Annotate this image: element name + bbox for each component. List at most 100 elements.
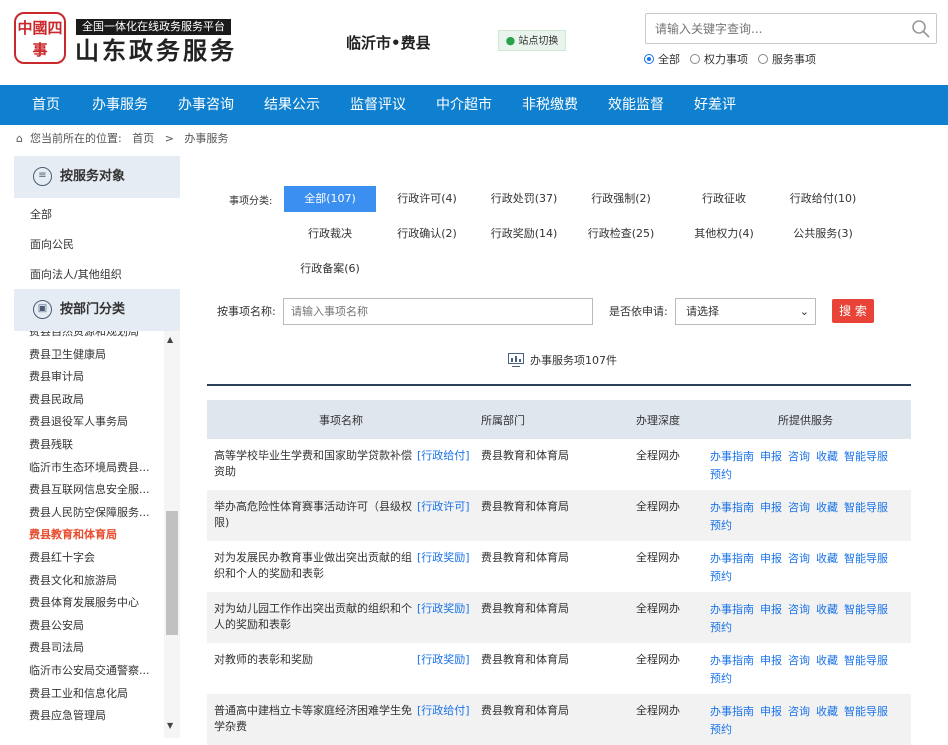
- service-link[interactable]: 智能导服: [844, 603, 888, 616]
- department-item[interactable]: 费县文化和旅游局: [29, 574, 161, 588]
- nav-item[interactable]: 好差评: [694, 85, 736, 125]
- category-tab[interactable]: 行政许可(4): [381, 186, 473, 212]
- department-item[interactable]: 费县工业和信息化局: [29, 687, 161, 701]
- scroll-thumb[interactable]: [166, 511, 178, 635]
- department-item[interactable]: 费县民政局: [29, 393, 161, 407]
- service-link[interactable]: 咨询: [788, 552, 810, 565]
- logo-seal[interactable]: 中國四事: [14, 12, 66, 64]
- service-link[interactable]: 收藏: [816, 705, 838, 718]
- item-name-link[interactable]: 举办高危险性体育赛事活动许可（县级权限): [214, 499, 414, 531]
- search-scope-option[interactable]: 权力事项: [690, 53, 748, 66]
- category-tab[interactable]: 行政征收: [678, 186, 770, 212]
- service-link[interactable]: 办事指南: [710, 501, 754, 514]
- category-tab[interactable]: 行政强制(2): [575, 186, 667, 212]
- department-item[interactable]: 费县红十字会: [29, 551, 161, 565]
- department-item[interactable]: 费县体育发展服务中心: [29, 596, 161, 610]
- category-tab[interactable]: 行政检查(25): [575, 221, 667, 247]
- item-name-input[interactable]: [283, 298, 593, 325]
- search-button[interactable]: 搜 索: [832, 299, 874, 323]
- category-tab[interactable]: 行政裁决: [284, 221, 376, 247]
- scroll-down-arrow[interactable]: ▼: [167, 721, 173, 730]
- department-item[interactable]: 费县教育和体育局: [29, 528, 161, 542]
- service-link[interactable]: 咨询: [788, 654, 810, 667]
- department-item[interactable]: 费县自然资源和规划局: [29, 331, 161, 339]
- search-input[interactable]: [646, 14, 896, 43]
- search-icon[interactable]: [911, 19, 931, 39]
- service-link[interactable]: 预约: [710, 468, 732, 481]
- department-item[interactable]: 费县公安局: [29, 619, 161, 633]
- department-item[interactable]: 费县人民防空保障服务...: [29, 506, 161, 520]
- nav-item[interactable]: 结果公示: [264, 85, 320, 125]
- service-link[interactable]: 申报: [760, 603, 782, 616]
- category-tab[interactable]: 其他权力(4): [678, 221, 770, 247]
- service-link[interactable]: 申报: [760, 654, 782, 667]
- category-tab[interactable]: 全部(107): [284, 186, 376, 212]
- category-tab[interactable]: 行政给付(10): [777, 186, 869, 212]
- service-link[interactable]: 咨询: [788, 450, 810, 463]
- apply-select[interactable]: 请选择 ⌄: [675, 298, 816, 325]
- sidebar-item-all[interactable]: 全部: [30, 206, 52, 222]
- sidebar-item-citizen[interactable]: 面向公民: [30, 236, 74, 252]
- service-link[interactable]: 申报: [760, 552, 782, 565]
- scroll-up-arrow[interactable]: ▲: [167, 335, 173, 344]
- service-link[interactable]: 智能导服: [844, 450, 888, 463]
- item-name-link[interactable]: 对为幼儿园工作作出突出贡献的组织和个人的奖励和表彰: [214, 601, 414, 633]
- sidebar-head-target[interactable]: ≡ 按服务对象: [14, 156, 180, 198]
- service-link[interactable]: 申报: [760, 705, 782, 718]
- radio-button[interactable]: [644, 54, 654, 64]
- service-link[interactable]: 收藏: [816, 552, 838, 565]
- search-scope-option[interactable]: 服务事项: [758, 53, 816, 66]
- service-link[interactable]: 智能导服: [844, 705, 888, 718]
- department-item[interactable]: 临沂市公安局交通警察...: [29, 664, 161, 678]
- service-link[interactable]: 咨询: [788, 603, 810, 616]
- nav-item[interactable]: 中介超市: [436, 85, 492, 125]
- service-link[interactable]: 智能导服: [844, 552, 888, 565]
- radio-button[interactable]: [758, 54, 768, 64]
- category-tab[interactable]: 行政奖励(14): [478, 221, 570, 247]
- nav-item[interactable]: 监督评议: [350, 85, 406, 125]
- sidebar-head-dept[interactable]: ▣ 按部门分类: [14, 289, 180, 331]
- radio-button[interactable]: [690, 54, 700, 64]
- item-name-link[interactable]: 对教师的表彰和奖励: [214, 652, 414, 668]
- service-link[interactable]: 咨询: [788, 705, 810, 718]
- department-item[interactable]: 费县司法局: [29, 641, 161, 655]
- site-switch-button[interactable]: ● 站点切换: [498, 30, 566, 51]
- service-link[interactable]: 办事指南: [710, 552, 754, 565]
- service-link[interactable]: 智能导服: [844, 501, 888, 514]
- nav-item[interactable]: 办事咨询: [178, 85, 234, 125]
- service-link[interactable]: 预约: [710, 621, 732, 634]
- category-tab[interactable]: 公共服务(3): [777, 221, 869, 247]
- department-item[interactable]: 费县残联: [29, 438, 161, 452]
- item-name-link[interactable]: 高等学校毕业生学费和国家助学贷款补偿资助: [214, 448, 414, 480]
- service-link[interactable]: 收藏: [816, 501, 838, 514]
- department-item[interactable]: 费县应急管理局: [29, 709, 161, 723]
- service-link[interactable]: 预约: [710, 723, 732, 736]
- scrollbar[interactable]: ▲ ▼: [164, 331, 180, 738]
- item-name-link[interactable]: 对为发展民办教育事业做出突出贡献的组织和个人的奖励和表彰: [214, 550, 414, 582]
- service-link[interactable]: 收藏: [816, 450, 838, 463]
- service-link[interactable]: 办事指南: [710, 654, 754, 667]
- service-link[interactable]: 智能导服: [844, 654, 888, 667]
- site-title[interactable]: 山东政务服务: [75, 36, 237, 66]
- service-link[interactable]: 收藏: [816, 654, 838, 667]
- nav-item[interactable]: 首页: [32, 85, 60, 125]
- department-item[interactable]: 费县退役军人事务局: [29, 415, 161, 429]
- service-link[interactable]: 收藏: [816, 603, 838, 616]
- department-item[interactable]: 费县互联网信息安全服...: [29, 483, 161, 497]
- item-name-link[interactable]: 普通高中建档立卡等家庭经济困难学生免学杂费: [214, 703, 414, 735]
- service-link[interactable]: 预约: [710, 519, 732, 532]
- category-tab[interactable]: 行政确认(2): [381, 221, 473, 247]
- nav-item[interactable]: 办事服务: [92, 85, 148, 125]
- service-link[interactable]: 预约: [710, 672, 732, 685]
- service-link[interactable]: 预约: [710, 570, 732, 583]
- category-tab[interactable]: 行政处罚(37): [478, 186, 570, 212]
- nav-item[interactable]: 非税缴费: [522, 85, 578, 125]
- sidebar-item-legal[interactable]: 面向法人/其他组织: [30, 266, 122, 282]
- department-item[interactable]: 临沂市生态环境局费县...: [29, 461, 161, 475]
- service-link[interactable]: 办事指南: [710, 603, 754, 616]
- service-link[interactable]: 申报: [760, 501, 782, 514]
- search-scope-option[interactable]: 全部: [644, 53, 680, 66]
- service-link[interactable]: 办事指南: [710, 450, 754, 463]
- service-link[interactable]: 办事指南: [710, 705, 754, 718]
- department-item[interactable]: 费县审计局: [29, 370, 161, 384]
